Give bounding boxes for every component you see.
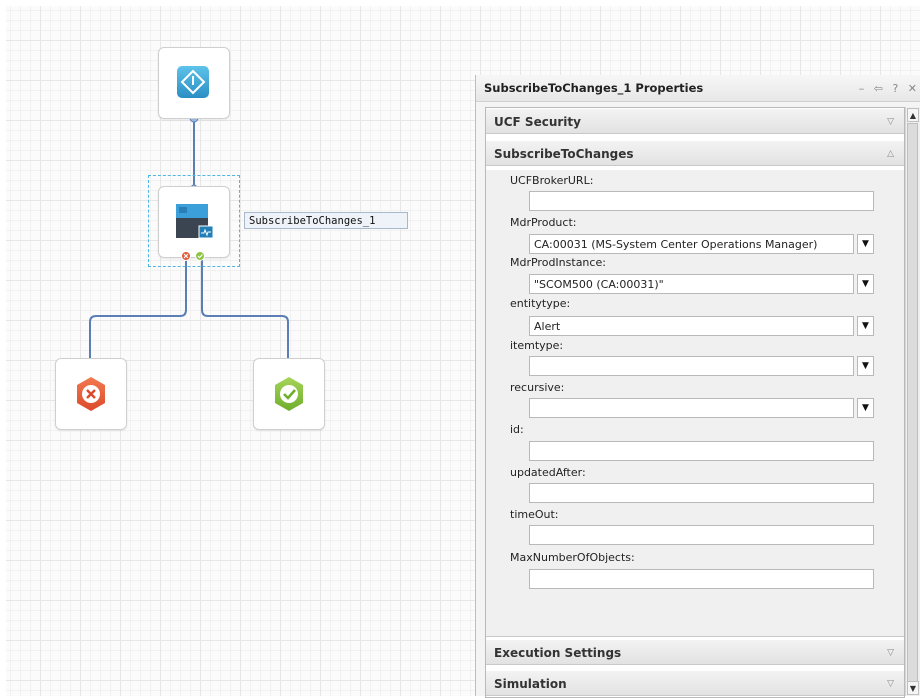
mdr-prod-instance-label: MdrProdInstance: — [510, 256, 606, 269]
start-node[interactable] — [158, 47, 230, 119]
chevron-down-icon: ▽ — [887, 679, 894, 689]
fail-end-node[interactable] — [55, 358, 127, 430]
panel-title: SubscribeToChanges_1 Properties — [476, 75, 920, 102]
section-ucf-security-label: UCF Security — [494, 115, 581, 129]
section-ucf-security[interactable]: UCF Security ▽ — [486, 108, 904, 134]
mdr-product-dropdown-button[interactable]: ▼ — [857, 234, 874, 254]
connector-layer — [89, 113, 289, 358]
fail-icon — [77, 377, 105, 411]
panel-scrollbar[interactable]: ▲ ▼ — [905, 107, 920, 696]
properties-panel: SubscribeToChanges_1 Properties – ⇦ ? ✕ … — [475, 75, 920, 698]
scroll-up-icon[interactable]: ▲ — [907, 108, 919, 122]
itemtype-select[interactable] — [529, 356, 854, 376]
chevron-down-icon: ▽ — [887, 117, 894, 127]
id-label: id: — [510, 423, 524, 436]
itemtype-dropdown-button[interactable]: ▼ — [857, 356, 874, 376]
id-input[interactable] — [529, 441, 874, 461]
max-objects-input[interactable] — [529, 569, 874, 589]
subscribe-activity-node[interactable] — [158, 186, 230, 258]
section-subscribe-label: SubscribeToChanges — [494, 147, 634, 161]
dock-icon[interactable]: ⇦ — [874, 75, 885, 102]
time-out-label: timeOut: — [510, 508, 559, 521]
entitytype-label: entitytype: — [510, 297, 571, 310]
mdr-product-label: MdrProduct: — [510, 216, 577, 229]
itemtype-label: itemtype: — [510, 339, 564, 352]
recursive-label: recursive: — [510, 381, 565, 394]
mdr-prod-instance-dropdown-button[interactable]: ▼ — [857, 274, 874, 294]
mdr-prod-instance-select[interactable]: "SCOM500 (CA:00031)" — [529, 274, 854, 294]
section-execution-label: Execution Settings — [494, 646, 622, 660]
section-subscribe-to-changes[interactable]: SubscribeToChanges △ — [486, 140, 904, 166]
chevron-down-icon: ▽ — [887, 648, 894, 658]
connector-activity-to-success — [201, 256, 289, 358]
help-icon[interactable]: ? — [892, 75, 900, 102]
broker-url-label: UCFBrokerURL: — [510, 174, 594, 187]
start-icon — [177, 66, 209, 98]
activity-name-label[interactable]: SubscribeToChanges_1 — [244, 212, 408, 229]
updated-after-label: updatedAfter: — [510, 466, 586, 479]
connector-activity-to-fail — [89, 256, 187, 358]
panel-controls: – ⇦ ? ✕ — [857, 75, 919, 102]
entitytype-dropdown-button[interactable]: ▼ — [857, 316, 874, 336]
section-simulation-label: Simulation — [494, 677, 567, 691]
close-icon[interactable]: ✕ — [908, 75, 919, 102]
section-simulation[interactable]: Simulation ▽ — [486, 670, 904, 696]
subscribe-activity-icon — [176, 204, 214, 239]
success-end-node[interactable] — [253, 358, 325, 430]
time-out-input[interactable] — [529, 525, 874, 545]
scroll-thumb[interactable] — [907, 123, 918, 688]
updated-after-input[interactable] — [529, 483, 874, 503]
success-icon — [275, 377, 303, 411]
chevron-up-icon: △ — [887, 149, 894, 159]
scroll-down-icon[interactable]: ▼ — [907, 681, 919, 695]
mdr-product-select[interactable]: CA:00031 (MS-System Center Operations Ma… — [529, 234, 854, 254]
entitytype-select[interactable]: Alert — [529, 316, 854, 336]
activity-output-ports — [181, 251, 205, 261]
broker-url-input[interactable] — [529, 191, 874, 211]
recursive-select[interactable] — [529, 398, 854, 418]
max-objects-label: MaxNumberOfObjects: — [510, 551, 635, 564]
subscribe-fields: UCFBrokerURL: MdrProduct: CA:00031 (MS-S… — [486, 170, 904, 637]
minimize-icon[interactable]: – — [859, 75, 867, 102]
section-execution-settings[interactable]: Execution Settings ▽ — [486, 639, 904, 665]
success-port-icon — [195, 251, 205, 261]
properties-body: UCF Security ▽ SubscribeToChanges △ UCFB… — [485, 107, 905, 698]
recursive-dropdown-button[interactable]: ▼ — [857, 398, 874, 418]
